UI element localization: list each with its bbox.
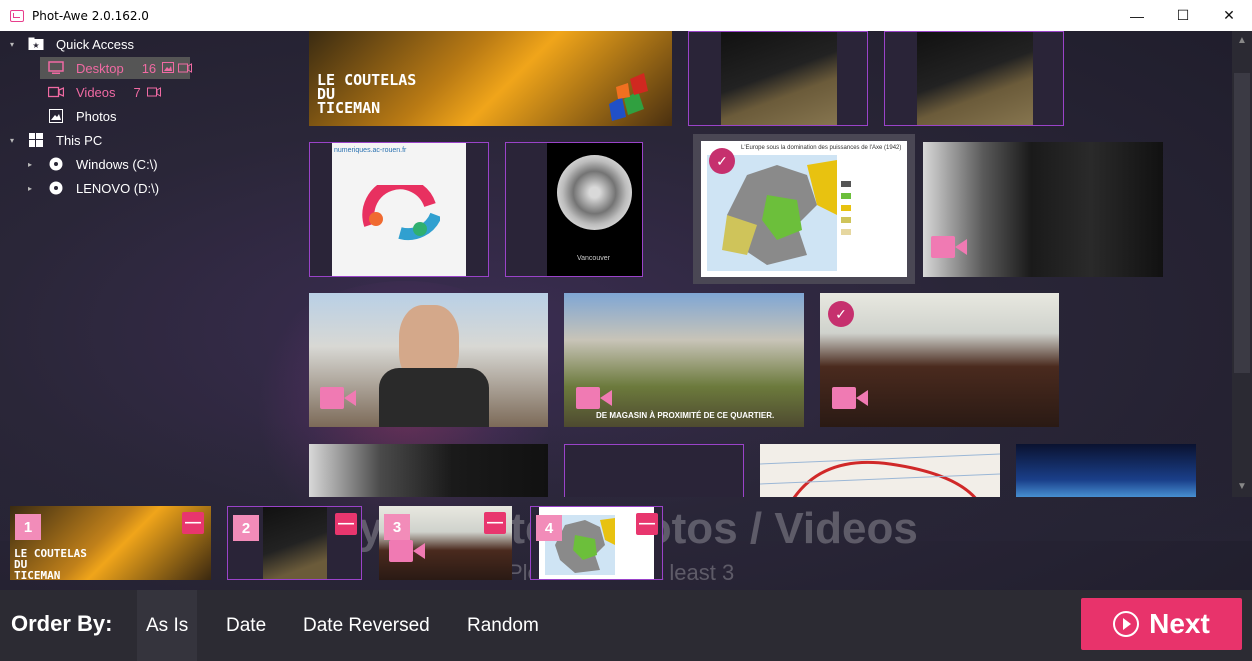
thumbnail-digital-globe[interactable] bbox=[1016, 444, 1196, 497]
tree-label-this-pc: This PC bbox=[56, 132, 103, 148]
window-title: Phot-Awe 2.0.162.0 bbox=[32, 8, 149, 23]
disc-drive-icon bbox=[48, 181, 64, 195]
thumb-caption: LE COUTELAS DU TICEMAN bbox=[14, 547, 87, 580]
colorful-logo bbox=[604, 69, 648, 121]
chevron-down-icon[interactable]: ▾ bbox=[10, 136, 20, 145]
thumb-caption: LE COUTELAS DU TICEMAN bbox=[317, 71, 417, 117]
thumbnail-vlogger[interactable] bbox=[309, 293, 548, 427]
order-date-button[interactable]: Date bbox=[217, 590, 275, 661]
thumbnail-empty[interactable] bbox=[564, 444, 744, 497]
thumbnail-garden[interactable]: DE MAGASIN À PROXIMITÉ DE CE QUARTIER. bbox=[564, 293, 804, 427]
order-badge: 4 bbox=[536, 515, 562, 541]
video-camera-icon bbox=[576, 387, 612, 409]
video-camera-icon bbox=[320, 387, 356, 409]
thumb-caption: Vancouver bbox=[577, 255, 610, 262]
order-date-reversed-button[interactable]: Date Reversed bbox=[294, 590, 439, 661]
remove-button[interactable]: — bbox=[484, 512, 506, 534]
windows-logo-icon bbox=[28, 133, 44, 147]
scroll-up-icon[interactable]: ▲ bbox=[1232, 35, 1252, 46]
scroll-down-icon[interactable]: ▼ bbox=[1232, 481, 1252, 492]
next-button-label: Next bbox=[1149, 608, 1210, 639]
chevron-right-icon[interactable]: ▸ bbox=[28, 184, 38, 193]
star-folder-icon: ★ bbox=[28, 37, 44, 51]
maximize-button[interactable]: ☐ bbox=[1160, 0, 1206, 31]
video-camera-icon bbox=[832, 387, 868, 409]
app-icon bbox=[10, 9, 24, 22]
tree-item-desktop[interactable]: Desktop 16 bbox=[40, 57, 193, 79]
thumb-caption: DE MAGASIN À PROXIMITÉ DE CE QUARTIER. bbox=[596, 411, 775, 420]
tree-label-desktop: Desktop bbox=[76, 60, 124, 76]
svg-text:★: ★ bbox=[32, 41, 39, 50]
photo-count-icon bbox=[162, 61, 175, 76]
thumbnail-infographic[interactable]: numeriques.ac-rouen.fr bbox=[309, 142, 489, 277]
desktop-count: 16 bbox=[141, 60, 157, 76]
tree-label-videos: Videos bbox=[76, 84, 116, 100]
tree-label-quick-access: Quick Access bbox=[56, 36, 135, 52]
thumbnail-kitchen[interactable]: ✓ bbox=[820, 293, 1059, 427]
close-button[interactable]: ✕ bbox=[1206, 0, 1252, 31]
tree-label-drive-d: LENOVO (D:\) bbox=[76, 180, 160, 196]
order-badge: 2 bbox=[233, 515, 259, 541]
tree-item-drive-c[interactable]: ▸ Windows (C:\) bbox=[28, 153, 158, 175]
next-button[interactable]: Next bbox=[1081, 598, 1242, 650]
tree-item-quick-access[interactable]: ▾ ★ Quick Access bbox=[10, 33, 134, 55]
chevron-down-icon[interactable]: ▾ bbox=[10, 40, 20, 49]
selected-check-icon[interactable]: ✓ bbox=[828, 301, 854, 327]
thumbnail-coutelas[interactable]: LE COUTELAS DU TICEMAN bbox=[309, 31, 672, 126]
video-count-icon bbox=[178, 61, 193, 76]
thumbnail-window-video[interactable] bbox=[923, 142, 1163, 277]
disc-drive-icon bbox=[48, 157, 64, 171]
video-count-icon bbox=[146, 85, 161, 100]
bottom-bar: Order By: As Is Date Date Reversed Rando… bbox=[0, 590, 1252, 661]
tree-item-this-pc[interactable]: ▾ This PC bbox=[10, 129, 102, 151]
thumbnail-cat-2[interactable] bbox=[884, 31, 1064, 126]
order-as-is-button[interactable]: As Is bbox=[137, 590, 198, 661]
remove-button[interactable]: — bbox=[182, 512, 204, 534]
tree-label-drive-c: Windows (C:\) bbox=[76, 156, 158, 172]
tree-item-photos[interactable]: Photos bbox=[48, 105, 116, 127]
thumb-caption: L'Europe sous la domination des puissanc… bbox=[741, 145, 902, 151]
video-camera-icon bbox=[389, 540, 425, 562]
selected-item[interactable]: 4 — bbox=[530, 506, 663, 580]
remove-button[interactable]: — bbox=[335, 513, 357, 535]
remove-button[interactable]: — bbox=[636, 513, 658, 535]
chevron-right-icon[interactable]: ▸ bbox=[28, 160, 38, 169]
minimize-button[interactable]: — bbox=[1114, 0, 1160, 31]
selected-item[interactable]: 3 — bbox=[379, 506, 512, 580]
order-badge: 1 bbox=[15, 514, 41, 540]
title-bar: Phot-Awe 2.0.162.0 — ☐ ✕ bbox=[0, 0, 1252, 31]
monitor-icon bbox=[48, 61, 64, 75]
order-badge: 3 bbox=[384, 514, 410, 540]
tree-item-drive-d[interactable]: ▸ LENOVO (D:\) bbox=[28, 177, 159, 199]
thumb-url-text: numeriques.ac-rouen.fr bbox=[334, 147, 407, 154]
thumbnail-window-video-2[interactable] bbox=[309, 444, 548, 497]
scrollbar-thumb[interactable] bbox=[1234, 73, 1250, 373]
order-random-button[interactable]: Random bbox=[458, 590, 548, 661]
thumbnail-cat-1[interactable] bbox=[688, 31, 868, 126]
thumbnail-europe-map[interactable]: L'Europe sous la domination des puissanc… bbox=[701, 141, 907, 277]
tree-item-videos[interactable]: Videos 7 bbox=[48, 81, 161, 103]
selected-check-icon[interactable]: ✓ bbox=[709, 148, 735, 174]
play-circle-icon bbox=[1113, 611, 1140, 637]
grid-scrollbar[interactable]: ▲ ▼ bbox=[1232, 31, 1252, 497]
order-by-label: Order By: bbox=[11, 611, 113, 636]
videos-count: 7 bbox=[133, 84, 141, 100]
tree-label-photos: Photos bbox=[76, 108, 117, 124]
selected-item[interactable]: LE COUTELAS DU TICEMAN 1 — bbox=[10, 506, 211, 580]
map-legend bbox=[841, 181, 901, 261]
thumbnail-vancouver[interactable]: Vancouver bbox=[505, 142, 643, 277]
video-camera-icon bbox=[931, 236, 967, 258]
selected-item[interactable]: 2 — bbox=[227, 506, 362, 580]
image-icon bbox=[48, 109, 64, 123]
media-grid: LE COUTELAS DU TICEMAN numeriques.ac-rou… bbox=[300, 31, 1232, 497]
video-camera-icon bbox=[48, 85, 64, 99]
thumbnail-drawing[interactable] bbox=[760, 444, 1000, 497]
